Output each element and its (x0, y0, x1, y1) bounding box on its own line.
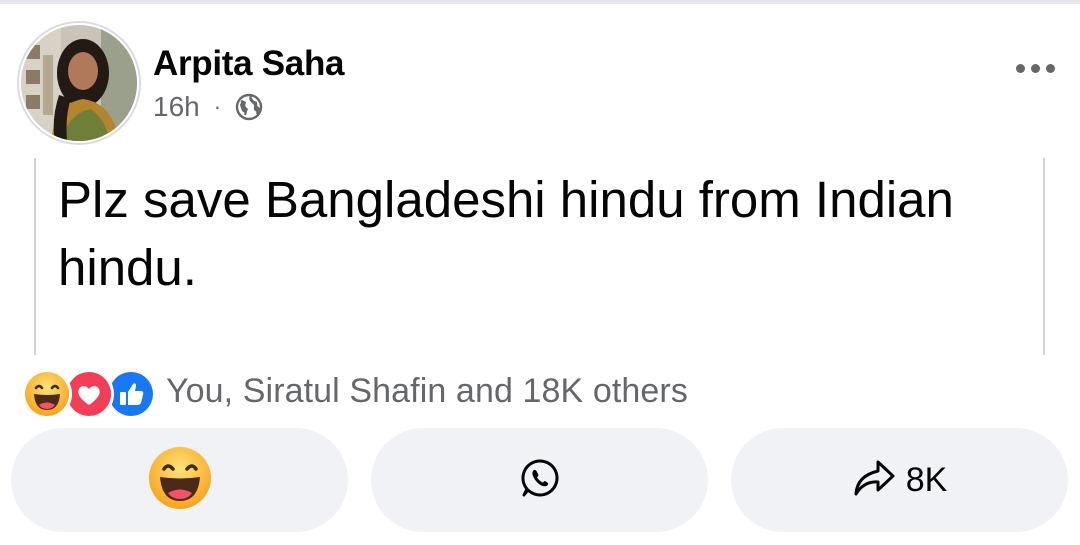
react-button[interactable] (11, 428, 348, 532)
more-options-icon[interactable] (1005, 52, 1065, 84)
post-time[interactable]: 16h (153, 91, 200, 123)
author-name[interactable]: Arpita Saha (153, 44, 345, 84)
post-text: Plz save Bangladeshi hindu from Indian h… (58, 171, 954, 296)
more-dot (1015, 63, 1025, 73)
haha-reaction-icon (148, 446, 212, 515)
meta-separator: · (213, 94, 222, 119)
whatsapp-icon (519, 457, 561, 504)
globe-icon (235, 93, 263, 121)
post-header: Arpita Saha 16h · (0, 0, 1080, 150)
whatsapp-share-button[interactable] (371, 428, 708, 532)
more-dot (1045, 63, 1055, 73)
reactions-summary[interactable]: You, Siratul Shafin and 18K others (22, 366, 688, 419)
action-bar: 8K (0, 428, 1080, 532)
more-dot (1030, 63, 1040, 73)
avatar[interactable] (19, 23, 139, 143)
share-button[interactable]: 8K (731, 428, 1068, 532)
reactions-summary-text[interactable]: You, Siratul Shafin and 18K others (166, 372, 688, 411)
haha-reaction-icon (22, 369, 72, 419)
post-meta: 16h · (153, 90, 263, 124)
share-count: 8K (905, 460, 948, 499)
reaction-icons[interactable] (22, 366, 164, 419)
share-arrow-icon (852, 458, 896, 503)
